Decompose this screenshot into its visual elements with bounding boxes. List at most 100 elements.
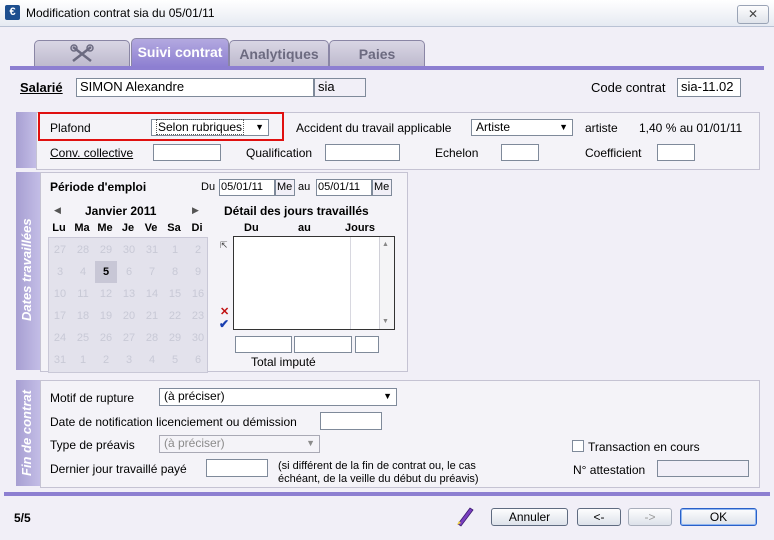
calendar-weekdays: Lu Ma Me Je Ve Sa Di [48,222,208,236]
calendar-day[interactable]: 3 [49,261,71,283]
scissors-icon [70,44,94,62]
calendar-day[interactable]: 10 [49,283,71,305]
plafond-select[interactable]: Selon rubriques ▼ [151,119,269,136]
calendar-day[interactable]: 21 [141,305,163,327]
qualification-field[interactable] [325,144,400,161]
calendar-day[interactable]: 3 [118,349,140,371]
calendar-day[interactable]: 23 [187,305,209,327]
weekday-lu: Lu [52,222,66,234]
au-date-field[interactable]: 05/01/11 [316,179,372,196]
echelon-field[interactable] [501,144,539,161]
calendar-day[interactable]: 19 [95,305,117,327]
calendar-day[interactable]: 29 [95,239,117,261]
calendar-day[interactable]: 13 [118,283,140,305]
calendar-day[interactable]: 5 [164,349,186,371]
ok-button[interactable]: OK [680,508,757,526]
calendar-day[interactable]: 7 [141,261,163,283]
calendar-day[interactable]: 4 [72,261,94,283]
detail-table[interactable]: ▲ ▼ [233,236,395,330]
salarie-name-field[interactable]: SIMON Alexandre [76,78,314,97]
dernier-jour-field[interactable] [206,459,268,477]
motif-value: (à préciser) [164,389,225,403]
calendar-day[interactable]: 28 [141,327,163,349]
calendar-day[interactable]: 1 [164,239,186,261]
fin-side-label: Fin de contrat [19,390,34,476]
chevron-down-icon: ▼ [383,391,392,401]
du-date-field[interactable]: 05/01/11 [219,179,275,196]
tab-icon-tab[interactable] [34,40,130,67]
motif-select[interactable]: (à préciser) ▼ [159,388,397,406]
calendar-day[interactable]: 4 [141,349,163,371]
conv-collective-field[interactable] [153,144,221,161]
echelon-label: Echelon [435,146,479,160]
weekday-je: Je [121,222,135,234]
calendar-day[interactable]: 11 [72,283,94,305]
calendar-day[interactable]: 9 [187,261,209,283]
calendar-day[interactable]: 27 [49,239,71,261]
calendar-day[interactable]: 18 [72,305,94,327]
annuler-button[interactable]: Annuler [491,508,568,526]
calendar-day[interactable]: 16 [187,283,209,305]
weekday-ma: Ma [74,222,90,234]
detail-title: Détail des jours travaillés [224,204,369,218]
calendar-day[interactable]: 31 [49,349,71,371]
page-indicator: 5/5 [14,511,31,525]
calendar-day[interactable]: 30 [118,239,140,261]
calendar-day[interactable]: 27 [118,327,140,349]
calendar-day[interactable]: 29 [164,327,186,349]
scroll-down-icon[interactable]: ▼ [382,318,389,325]
accident-rate: 1,40 % au 01/01/11 [639,121,743,135]
row-pointer-icon: ⇱ [220,240,228,250]
calendar-prev-icon[interactable]: ◀ [54,205,61,216]
weekday-di: Di [191,222,203,234]
calendar-day[interactable]: 31 [141,239,163,261]
fin-sidebar: Fin de contrat [16,380,40,486]
calendar-day-selected[interactable]: 5 [95,261,117,283]
coefficient-field[interactable] [657,144,695,161]
code-contrat-field[interactable]: sia-11.02 [677,78,741,97]
calendar-day[interactable]: 1 [72,349,94,371]
calendar-day[interactable]: 30 [187,327,209,349]
au-day-field: Me [372,179,392,196]
calendar-day[interactable]: 12 [95,283,117,305]
transaction-checkbox[interactable] [572,440,584,452]
notification-date-field[interactable] [320,412,382,430]
calendar-day[interactable]: 22 [164,305,186,327]
calendar-next-icon[interactable]: ▶ [192,205,199,216]
calendar-day[interactable]: 14 [141,283,163,305]
footer-separator [4,492,770,496]
calendar-day[interactable]: 17 [49,305,71,327]
close-button[interactable]: ✕ [737,5,769,24]
chevron-down-icon: ▼ [306,438,315,448]
calendar-day[interactable]: 20 [118,305,140,327]
calendar-day[interactable]: 25 [72,327,94,349]
salarie-label[interactable]: Salarié [20,80,63,95]
coefficient-label: Coefficient [585,146,642,160]
calendar-day[interactable]: 6 [187,349,209,371]
dernier-note-2: échéant, de la veille du début du préavi… [278,473,479,485]
tab-paies[interactable]: Paies [329,40,425,67]
calendar-day[interactable]: 6 [118,261,140,283]
calendar-day[interactable]: 15 [164,283,186,305]
calendar-day[interactable]: 2 [187,239,209,261]
calendar-day[interactable]: 8 [164,261,186,283]
tab-suivi-contrat[interactable]: Suivi contrat [131,38,229,67]
calendar-day[interactable]: 28 [72,239,94,261]
tab-analytiques[interactable]: Analytiques [229,40,329,67]
preavis-select[interactable]: (à préciser) ▼ [159,435,320,453]
calendar-day[interactable]: 26 [95,327,117,349]
dates-sidebar: Dates travaillées [16,172,40,370]
pen-icon[interactable] [455,505,475,527]
next-button[interactable]: -> [628,508,672,526]
calendar-day[interactable]: 24 [49,327,71,349]
validate-check-icon[interactable]: ✔ [219,317,229,331]
weekday-me: Me [97,222,113,234]
scroll-up-icon[interactable]: ▲ [382,241,389,248]
weekday-ve: Ve [144,222,158,234]
accident-select[interactable]: Artiste ▼ [471,119,573,136]
calendar-day[interactable]: 2 [95,349,117,371]
conv-collective-link[interactable]: Conv. collective [50,146,133,160]
previous-button[interactable]: <- [577,508,621,526]
detail-scrollbar[interactable]: ▲ ▼ [379,237,394,329]
accident-type: artiste [585,121,618,135]
